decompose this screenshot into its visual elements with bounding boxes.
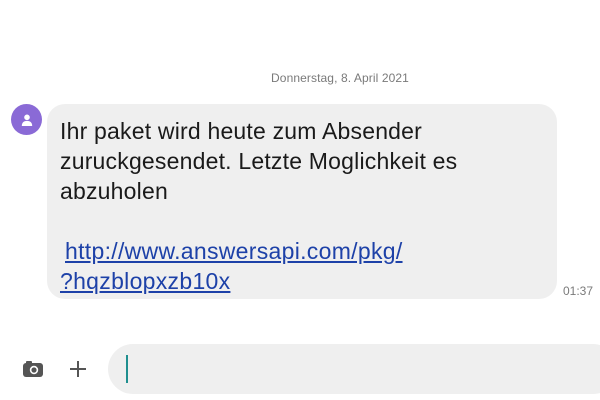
composer-bar (0, 340, 600, 400)
date-header: Donnerstag, 8. April 2021 (271, 71, 409, 85)
person-icon (21, 114, 32, 126)
camera-icon (23, 361, 43, 377)
camera-button[interactable] (22, 360, 44, 378)
message-input[interactable] (108, 344, 600, 394)
add-attachment-button[interactable] (67, 358, 89, 380)
text-caret (126, 355, 128, 383)
message-timestamp: 01:37 (563, 284, 594, 298)
message-text: Ihr paket wird heute zum Absender zuruck… (60, 118, 458, 204)
message-link-line-1: http://www.answersapi.com/pkg/ (65, 238, 403, 264)
sender-avatar[interactable] (11, 104, 42, 135)
messaging-screen: Donnerstag, 8. April 2021 Ihr paket wird… (0, 0, 600, 400)
message-link[interactable]: http://www.answersapi.com/pkg/ ?hqzblopx… (60, 236, 545, 296)
plus-icon (70, 361, 86, 377)
message-bubble[interactable]: Ihr paket wird heute zum Absender zuruck… (47, 104, 557, 299)
message-link-line-2: ?hqzblopxzb10x (60, 268, 231, 294)
